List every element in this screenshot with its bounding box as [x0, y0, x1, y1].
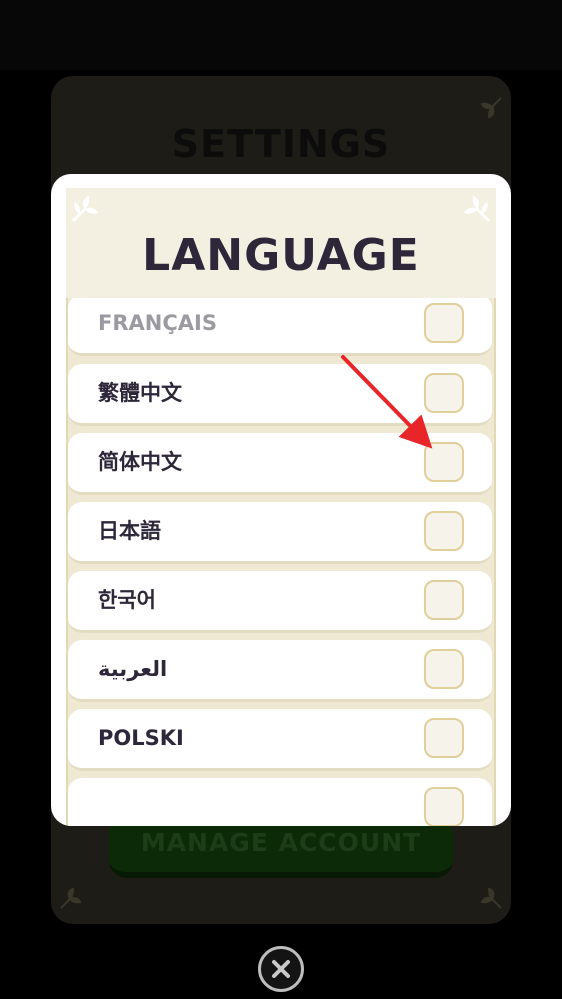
language-option-traditional-chinese[interactable]: 繁體中文: [68, 364, 492, 426]
close-icon: [272, 960, 290, 978]
language-option-simplified-chinese[interactable]: 简体中文: [68, 433, 492, 495]
language-modal: LANGUAGE FRANÇAIS 繁體中文 简体中文 日本語 한국어 العر…: [51, 174, 511, 826]
language-label: 繁體中文: [98, 381, 182, 405]
language-checkbox[interactable]: [424, 442, 464, 482]
leaf-ornament-icon: [464, 196, 490, 222]
leaf-ornament-icon: [72, 196, 98, 222]
language-checkbox[interactable]: [424, 787, 464, 826]
language-option-polish[interactable]: POLSKI: [68, 709, 492, 771]
leaf-ornament-icon: [480, 97, 502, 119]
language-title: LANGUAGE: [142, 230, 420, 281]
language-checkbox[interactable]: [424, 580, 464, 620]
language-label: 日本語: [98, 519, 161, 543]
language-label: POLSKI: [98, 726, 184, 750]
leaf-ornament-icon: [60, 887, 82, 909]
language-checkbox[interactable]: [424, 511, 464, 551]
language-list[interactable]: FRANÇAIS 繁體中文 简体中文 日本語 한국어 العربية POLSK…: [66, 298, 496, 826]
language-checkbox[interactable]: [424, 649, 464, 689]
language-option-arabic[interactable]: العربية: [68, 640, 492, 702]
language-checkbox[interactable]: [424, 373, 464, 413]
language-label: العربية: [98, 657, 168, 681]
background-top-bar: [0, 0, 562, 70]
close-button[interactable]: [258, 946, 304, 992]
language-option-korean[interactable]: 한국어: [68, 571, 492, 633]
language-option-francais[interactable]: FRANÇAIS: [68, 298, 492, 356]
modal-header: LANGUAGE: [66, 188, 496, 298]
language-checkbox[interactable]: [424, 303, 464, 343]
language-label: 简体中文: [98, 450, 182, 474]
settings-title: SETTINGS: [171, 122, 391, 166]
language-label: FRANÇAIS: [98, 311, 217, 335]
language-option-partial[interactable]: [68, 778, 492, 826]
leaf-ornament-icon: [480, 887, 502, 909]
language-option-japanese[interactable]: 日本語: [68, 502, 492, 564]
language-label: 한국어: [98, 588, 156, 612]
language-checkbox[interactable]: [424, 718, 464, 758]
